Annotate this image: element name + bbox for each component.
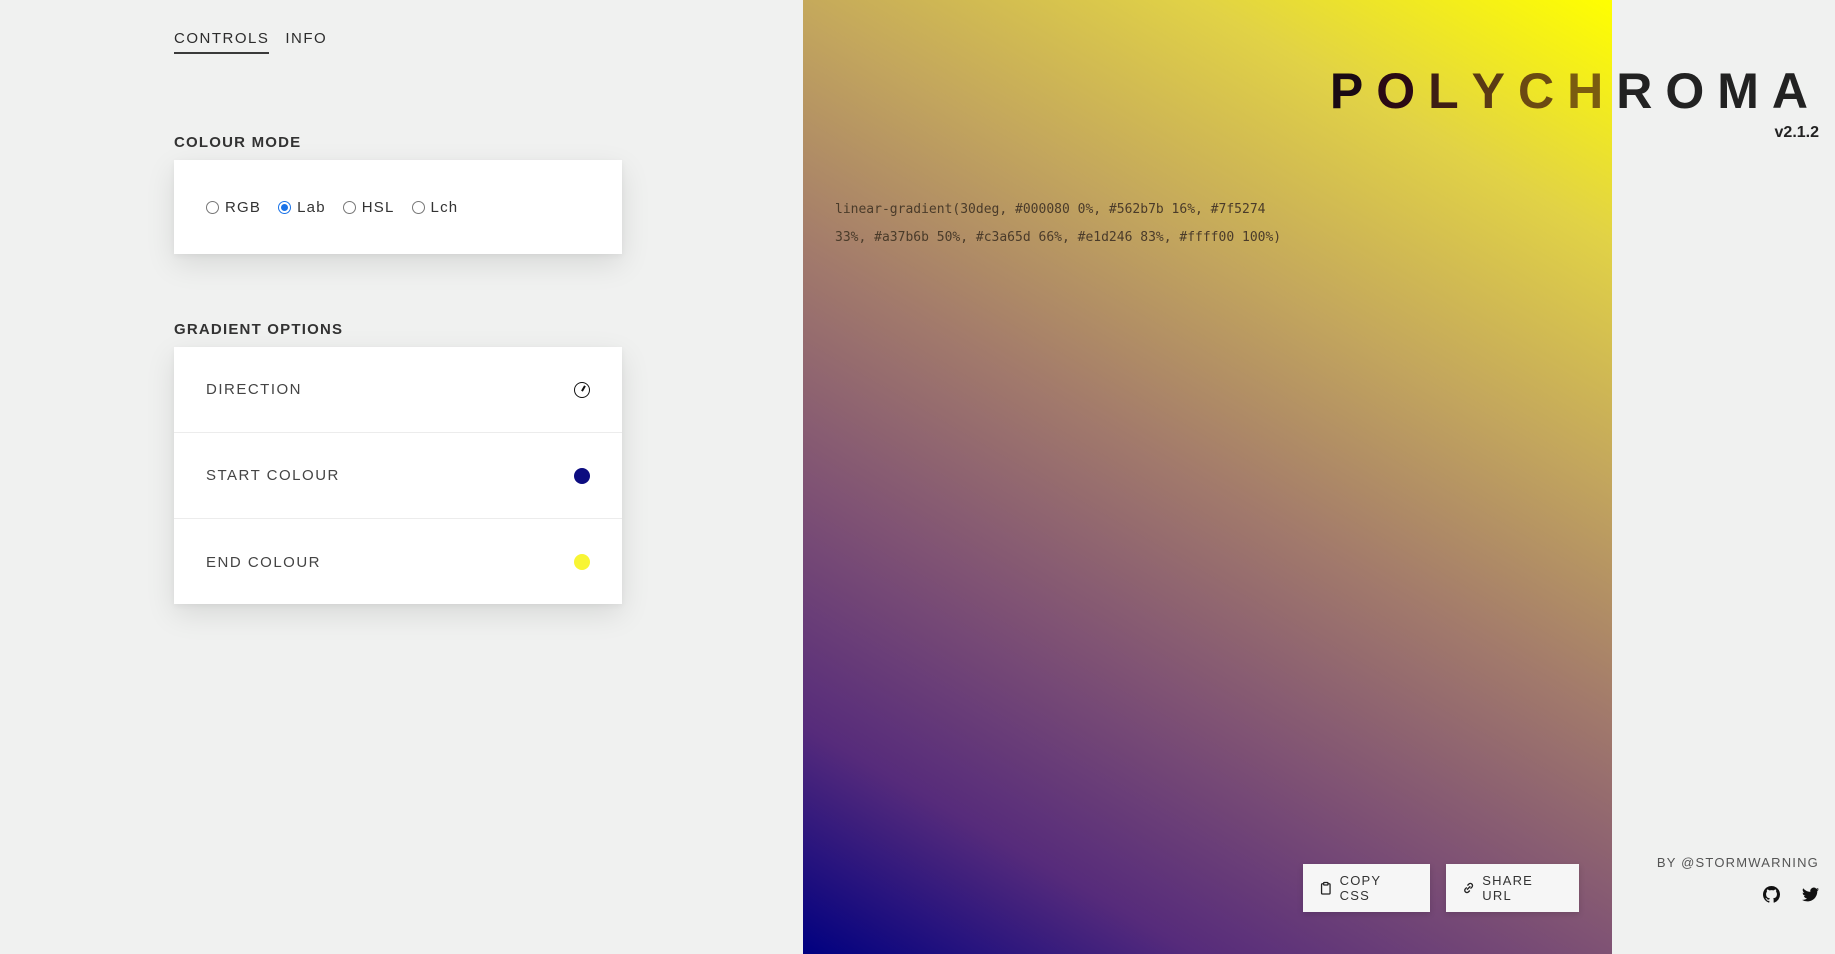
start-colour-swatch[interactable] [574, 467, 590, 484]
logo-letter: R [1616, 63, 1666, 119]
tab-controls[interactable]: CONTROLS [174, 30, 270, 54]
github-icon[interactable] [1763, 886, 1780, 903]
start-colour-label: START COLOUR [206, 467, 340, 484]
radio-hsl[interactable] [342, 200, 356, 214]
gradient-options-title: GRADIENT OPTIONS [174, 321, 344, 338]
end-colour-swatch[interactable] [574, 554, 590, 570]
radio-option-rgb[interactable]: RGB [206, 199, 261, 216]
radio-label-hsl: HSL [361, 198, 395, 216]
link-icon [1464, 882, 1474, 894]
css-output-line-1: linear-gradient(30deg, #000080 0%, #562b… [835, 202, 1266, 217]
radio-lab[interactable] [278, 200, 292, 214]
direction-row[interactable]: DIRECTION [174, 347, 622, 433]
copy-css-button[interactable]: COPY CSS [1303, 864, 1430, 912]
app-root: CONTROLS INFO COLOUR MODE RGB Lab HSL Lc… [0, 0, 1835, 954]
radio-lch[interactable] [411, 200, 425, 214]
direction-label: DIRECTION [206, 381, 302, 398]
end-colour-label: END COLOUR [206, 553, 322, 571]
radio-rgb[interactable] [206, 200, 219, 214]
radio-label-lab: Lab [297, 198, 326, 216]
radio-option-lch[interactable]: Lch [411, 198, 459, 216]
controls-panel: CONTROLS INFO COLOUR MODE RGB Lab HSL Lc… [0, 0, 803, 954]
css-output: linear-gradient(30deg, #000080 0%, #562b… [835, 196, 1305, 252]
author-byline: BY @STORMWARNING [1656, 855, 1819, 870]
logo-letter: O [1376, 63, 1429, 119]
colour-mode-title: COLOUR MODE [174, 134, 302, 151]
polychroma-logo: POLYCHROMA [1330, 62, 1821, 120]
direction-dial-icon[interactable] [574, 381, 590, 398]
logo-letter: Y [1471, 63, 1518, 119]
css-output-line-2: 33%, #a37b6b 50%, #c3a65d 66%, #e1d246 8… [835, 230, 1282, 245]
logo-letter: P [1329, 63, 1377, 119]
logo-letter: H [1567, 63, 1617, 119]
radio-option-lab[interactable]: Lab [278, 199, 326, 216]
gradient-preview: linear-gradient(30deg, #000080 0%, #562b… [803, 0, 1612, 954]
copy-css-label: COPY CSS [1339, 873, 1382, 903]
radio-option-hsl[interactable]: HSL [342, 198, 395, 216]
twitter-icon[interactable] [1802, 886, 1819, 903]
colour-mode-card: RGB Lab HSL Lch [174, 160, 622, 254]
clipboard-icon [1320, 881, 1331, 895]
start-colour-row[interactable]: START COLOUR [174, 433, 622, 519]
logo-letter: M [1717, 63, 1772, 119]
tab-info[interactable]: INFO [285, 30, 327, 54]
share-url-label: SHARE URL [1482, 873, 1534, 903]
gradient-options-card: DIRECTION START COLOUR END COLOUR [174, 347, 622, 604]
logo-letter: O [1665, 63, 1718, 119]
logo-letter: C [1518, 63, 1568, 119]
radio-label-lch: Lch [430, 198, 459, 216]
logo-letter: A [1771, 63, 1821, 119]
share-url-button[interactable]: SHARE URL [1446, 864, 1579, 912]
colour-mode-radio-group: RGB Lab HSL Lch [206, 199, 458, 216]
tab-bar: CONTROLS INFO [174, 30, 327, 54]
logo-letter: L [1428, 63, 1472, 119]
radio-label-rgb: RGB [225, 198, 262, 216]
social-links [1763, 886, 1819, 903]
end-colour-row[interactable]: END COLOUR [174, 519, 622, 605]
version-label: v2.1.2 [1774, 124, 1819, 141]
